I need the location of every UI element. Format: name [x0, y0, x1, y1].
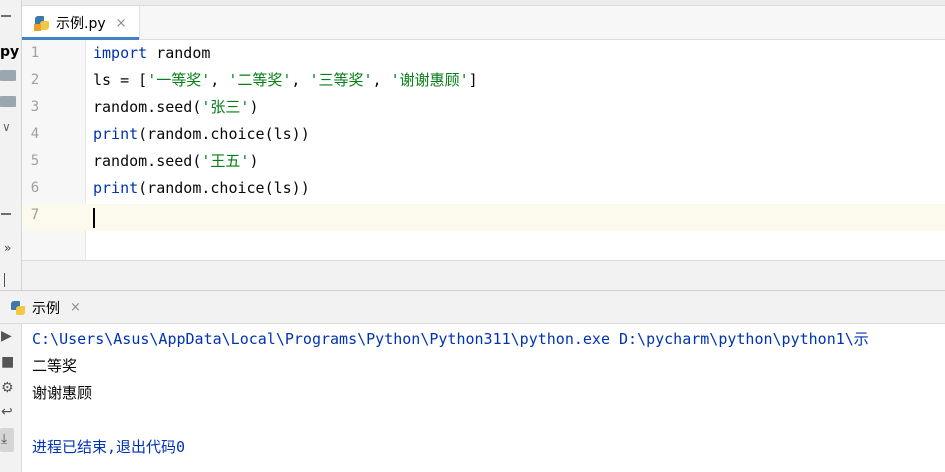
code-keyword: print	[93, 179, 139, 197]
code-line[interactable]: print(random.choice(ls))	[93, 121, 310, 148]
wrench-icon[interactable]: ⚙	[1, 380, 14, 396]
code-text: ,	[372, 71, 391, 89]
code-string: '三等奖'	[309, 71, 373, 89]
run-tab-label: 示例	[32, 300, 60, 317]
editor-footer	[22, 260, 945, 290]
code-line[interactable]: random.seed('王五')	[93, 148, 258, 175]
code-line[interactable]: ls = ['一等奖', '二等奖', '三等奖', '谢谢惠顾']	[93, 67, 478, 94]
python-run-icon	[10, 300, 26, 316]
run-console[interactable]: C:\Users\Asus\AppData\Local\Programs\Pyt…	[22, 324, 945, 472]
folder-icon[interactable]	[0, 96, 16, 107]
project-tool-strip: py ∨ »	[0, 0, 22, 290]
code-editor[interactable]: 1 import random 2 ls = ['一等奖', '二等奖', '三等奖'…	[22, 40, 945, 260]
code-line[interactable]: import random	[93, 40, 210, 67]
code-string: '二等奖'	[228, 71, 292, 89]
code-text: ,	[210, 71, 229, 89]
tab-example-py[interactable]: 示例.py ×	[22, 6, 140, 40]
scroll-to-end-icon[interactable]: ⤓	[1, 431, 7, 447]
minimize-icon[interactable]	[1, 213, 11, 215]
code-string: '一等奖'	[147, 71, 211, 89]
code-text: (random.choice(ls))	[138, 179, 310, 197]
menu-bar-icon[interactable]	[1, 15, 11, 17]
current-line-highlight	[22, 204, 945, 231]
line-number: 6	[30, 180, 40, 196]
folder-icon[interactable]	[0, 70, 16, 81]
console-exit-message: 进程已结束,退出代码0	[32, 438, 186, 456]
code-text: )	[249, 152, 259, 170]
editor-tab-bar: 示例.py ×	[22, 0, 945, 40]
code-text: random	[147, 44, 211, 62]
code-string: '张三'	[201, 98, 250, 116]
stop-icon[interactable]: ■	[1, 354, 14, 370]
run-tab-example[interactable]: 示例 ×	[10, 291, 81, 324]
text-caret	[93, 208, 95, 228]
code-text: random.seed(	[93, 152, 202, 170]
tab-label: 示例.py	[56, 16, 106, 32]
line-number: 2	[30, 72, 40, 88]
python-file-icon	[34, 15, 50, 31]
code-string: '谢谢惠顾'	[390, 71, 469, 89]
line-number: 5	[30, 153, 40, 169]
project-root-label[interactable]: py	[0, 44, 19, 60]
console-output-line: 二等奖	[32, 357, 78, 375]
run-toolbar: ▶ ■ ⚙ ↩ ⤓	[0, 324, 22, 472]
rerun-icon[interactable]: ▶	[1, 328, 12, 344]
code-text: ,	[291, 71, 310, 89]
tab-bar-top-strip	[22, 0, 945, 6]
code-keyword: print	[93, 125, 139, 143]
close-icon[interactable]: ×	[70, 300, 81, 315]
code-text: )	[249, 98, 259, 116]
close-icon[interactable]: ×	[116, 16, 127, 31]
run-panel-header: 示例 ×	[0, 290, 945, 324]
code-text: (random.choice(ls))	[138, 125, 310, 143]
chevron-down-icon[interactable]: ∨	[2, 120, 11, 134]
line-number: 1	[30, 45, 40, 61]
code-text: ]	[468, 71, 478, 89]
divider	[4, 273, 5, 287]
code-text: random.seed(	[93, 98, 202, 116]
line-number: 4	[30, 126, 40, 142]
line-number: 3	[30, 99, 40, 115]
code-line[interactable]: random.seed('张三')	[93, 94, 258, 121]
more-icon[interactable]: »	[4, 241, 11, 255]
console-command-line: C:\Users\Asus\AppData\Local\Programs\Pyt…	[32, 330, 869, 348]
console-output-line: 谢谢惠顾	[32, 384, 93, 402]
code-keyword: import	[93, 44, 148, 62]
code-line[interactable]: print(random.choice(ls))	[93, 175, 310, 202]
line-number: 7	[30, 207, 40, 223]
soft-wrap-icon[interactable]: ↩	[1, 404, 13, 420]
code-string: '王五'	[201, 152, 250, 170]
code-text: ls = [	[93, 71, 148, 89]
